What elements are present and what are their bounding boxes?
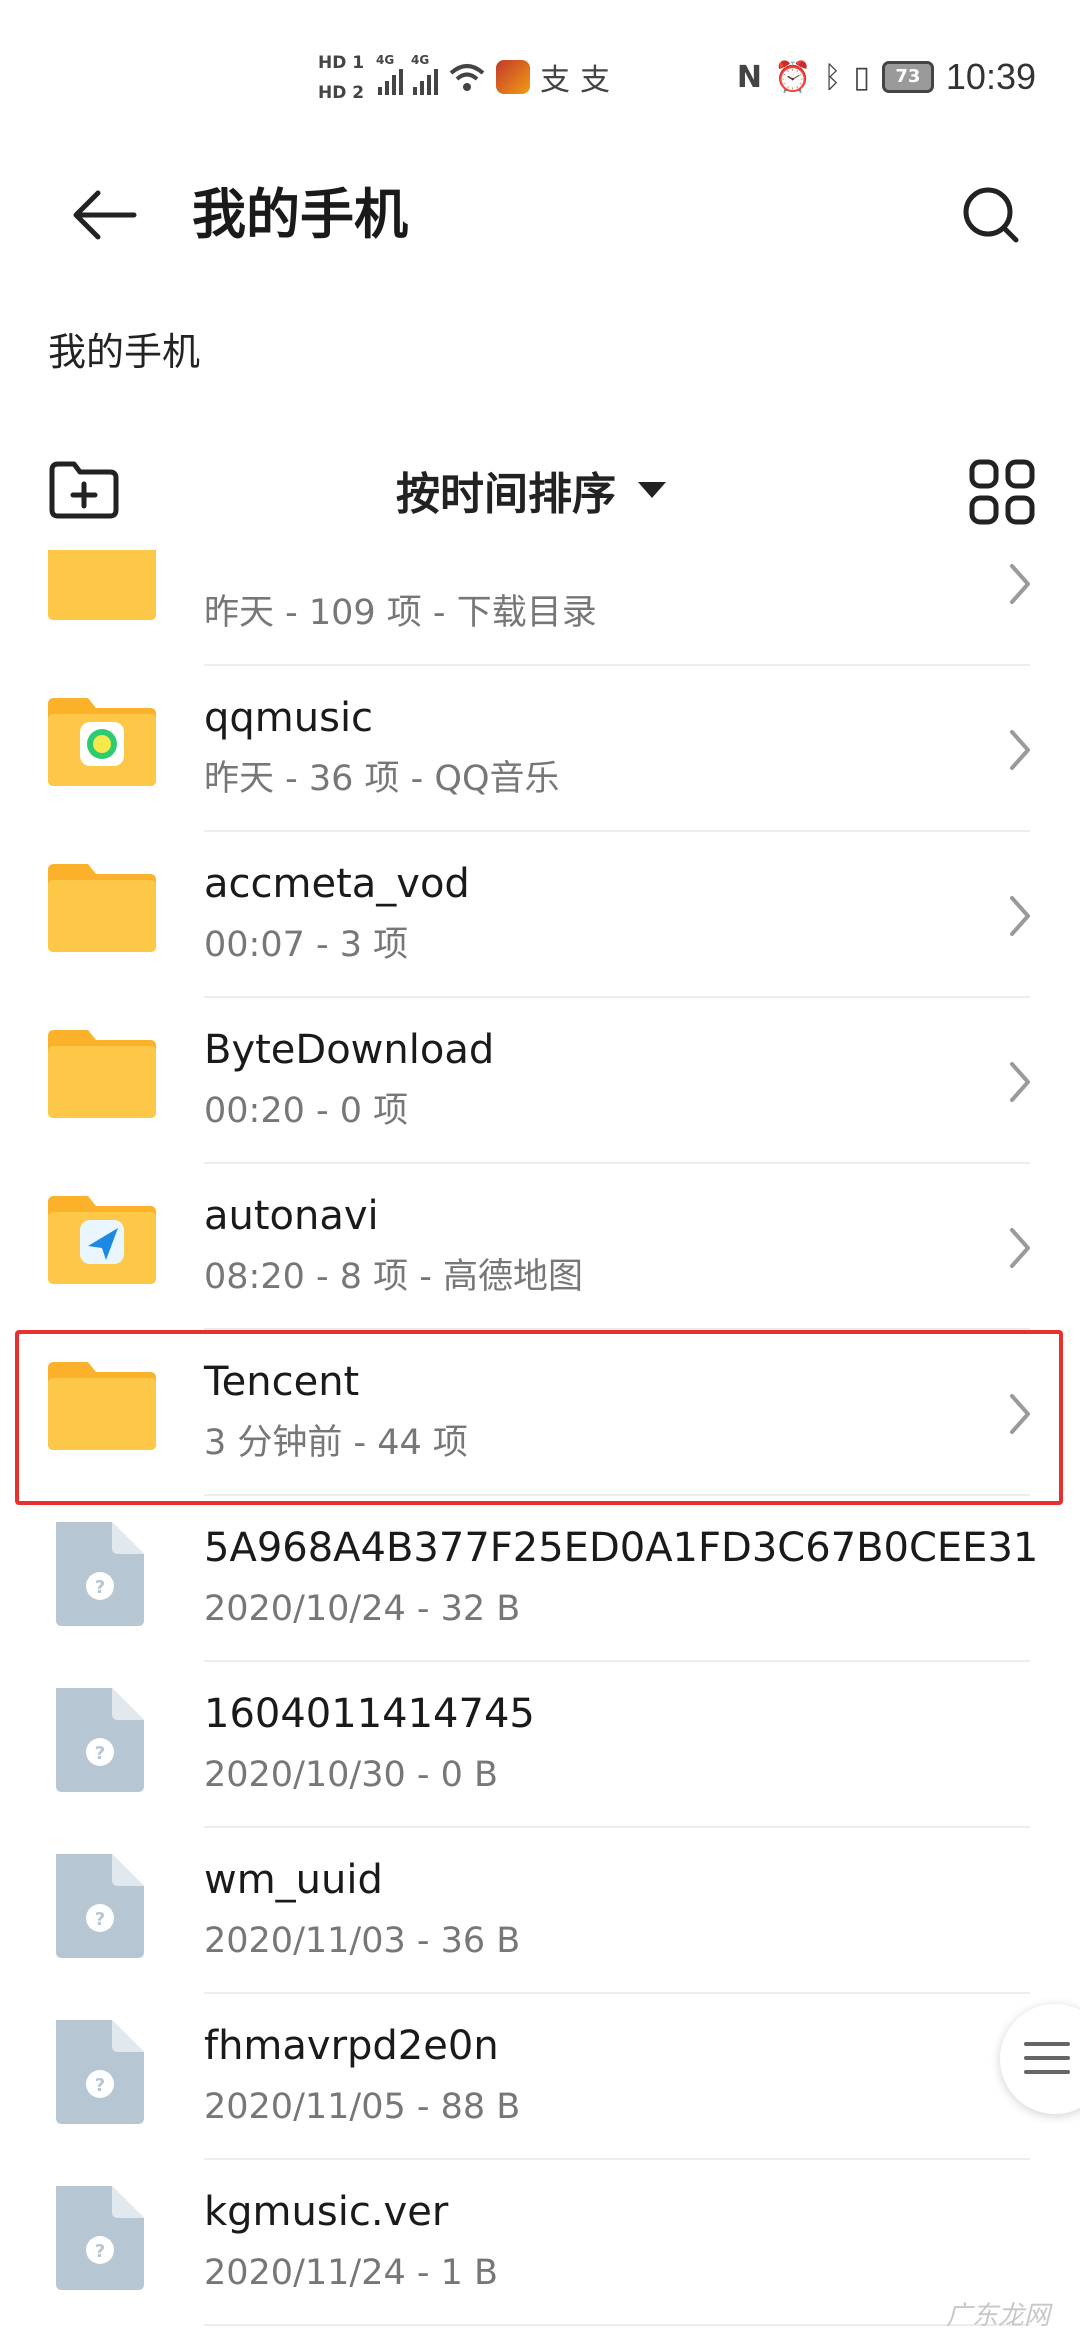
vibrate-icon: ▯: [853, 59, 870, 95]
caret-down-icon: [638, 482, 666, 498]
network-label-1: 4G: [376, 53, 395, 67]
unknown-file-icon: ?: [46, 1682, 158, 1792]
unknown-file-icon: ?: [46, 1848, 158, 1958]
item-name: ByteDownload: [204, 1027, 495, 1073]
hd-label-2: HD 2: [318, 83, 365, 103]
folder-row[interactable]: accmeta_vod 00:07 - 3 项: [0, 832, 1080, 998]
item-meta: 2020/11/05 - 88 B: [204, 2087, 521, 2127]
chevron-right-icon: [1000, 556, 1040, 612]
file-row[interactable]: ? 5A968A4B377F25ED0A1FD3C67B0CEE31 2020/10…: [0, 1496, 1080, 1662]
signal-icon: 4G: [376, 53, 403, 95]
file-row[interactable]: ? fhmavrpd2e0n 2020/11/05 - 88 B: [0, 1994, 1080, 2160]
svg-text:?: ?: [95, 1577, 105, 1598]
amap-folder-icon: [46, 1188, 158, 1288]
nfc-icon: N: [736, 59, 763, 95]
back-button[interactable]: [68, 180, 148, 250]
qqmusic-folder-icon: [46, 690, 158, 790]
new-folder-button[interactable]: [48, 460, 120, 524]
item-name: kgmusic.ver: [204, 2189, 449, 2235]
folder-icon: [46, 1022, 158, 1122]
item-meta: 2020/10/30 - 0 B: [204, 1755, 499, 1795]
item-name: 1604011414745: [204, 1691, 535, 1737]
item-name: qqmusic: [204, 695, 374, 741]
unknown-file-icon: ?: [46, 1516, 158, 1626]
alarm-icon: ⏰: [774, 59, 812, 95]
watermark: 广东龙网: [945, 2301, 1050, 2331]
arrow-left-icon: [73, 190, 137, 240]
search-button[interactable]: [956, 180, 1036, 252]
sort-label: 按时间排序: [396, 469, 616, 520]
chevron-right-icon: [1000, 1054, 1040, 1110]
item-meta: 2020/10/24 - 32 B: [204, 1589, 521, 1629]
item-meta: 08:20 - 8 项 - 高德地图: [204, 1257, 584, 1297]
alipay-icon: 支: [540, 63, 570, 98]
unknown-file-icon: ?: [46, 2180, 158, 2290]
folder-row[interactable]: 昨天 - 109 项 - 下载目录: [0, 550, 1080, 666]
folder-plus-icon: [49, 461, 119, 519]
chevron-right-icon: [1000, 722, 1040, 778]
item-name: fhmavrpd2e0n: [204, 2023, 499, 2069]
item-meta: 2020/11/03 - 36 B: [204, 1921, 521, 1961]
network-label-2: 4G: [411, 53, 430, 67]
signal-icon: 4G: [411, 53, 438, 95]
file-row[interactable]: ? wm_uuid 2020/11/03 - 36 B: [0, 1828, 1080, 1994]
svg-text:?: ?: [95, 1743, 105, 1764]
view-toggle-button[interactable]: [968, 458, 1036, 526]
clock: 10:39: [945, 56, 1036, 97]
svg-text:?: ?: [95, 2075, 105, 2096]
file-row[interactable]: ? 1604011414745 2020/10/30 - 0 B: [0, 1662, 1080, 1828]
hd-indicator: HD 1 HD 2: [318, 48, 366, 108]
chevron-right-icon: [1000, 1220, 1040, 1276]
item-name: 5A968A4B377F25ED0A1FD3C67B0CEE31: [204, 1525, 1039, 1571]
highlight-box: [15, 1330, 1063, 1505]
alipay-icon: 支: [580, 63, 610, 98]
svg-text:?: ?: [95, 2241, 105, 2262]
item-meta: 2020/11/24 - 1 B: [204, 2253, 499, 2293]
item-meta: 00:07 - 3 项: [204, 925, 409, 965]
hd-label-1: HD 1: [318, 53, 365, 73]
row-divider: [204, 2324, 1030, 2326]
folder-row[interactable]: autonavi 08:20 - 8 项 - 高德地图: [0, 1164, 1080, 1330]
breadcrumb[interactable]: 我的手机: [48, 326, 200, 378]
svg-text:?: ?: [95, 1909, 105, 1930]
app-notification-icon: [496, 60, 530, 94]
item-name: wm_uuid: [204, 1857, 383, 1903]
app-header: 我的手机: [0, 150, 1080, 280]
sort-dropdown[interactable]: 按时间排序: [396, 450, 666, 530]
wifi-icon: [449, 64, 485, 91]
search-icon: [963, 187, 1019, 243]
item-name: autonavi: [204, 1193, 379, 1239]
menu-icon: [1024, 2042, 1070, 2074]
item-name: accmeta_vod: [204, 861, 470, 907]
item-meta: 昨天 - 36 项 - QQ音乐: [204, 759, 560, 799]
unknown-file-icon: ?: [46, 2014, 158, 2124]
item-meta: 00:20 - 0 项: [204, 1091, 409, 1131]
chevron-right-icon: [1000, 888, 1040, 944]
grid-view-icon: [969, 459, 1035, 525]
toolbar: 按时间排序: [0, 450, 1080, 530]
item-meta: 昨天 - 109 项 - 下载目录: [204, 593, 597, 633]
folder-row[interactable]: qqmusic 昨天 - 36 项 - QQ音乐: [0, 666, 1080, 832]
folder-row[interactable]: ByteDownload 00:20 - 0 项: [0, 998, 1080, 1164]
bluetooth-icon: ᛒ: [823, 59, 842, 95]
status-bar: HD 1 HD 2 4G 4G 支 支 N ⏰ ᛒ ▯ 73 10:39: [0, 0, 1080, 150]
battery-icon: 73: [881, 61, 934, 93]
file-row[interactable]: ? kgmusic.ver 2020/11/24 - 1 B: [0, 2160, 1080, 2326]
folder-icon: [46, 550, 158, 624]
folder-icon: [46, 856, 158, 956]
page-title: 我的手机: [192, 183, 408, 246]
